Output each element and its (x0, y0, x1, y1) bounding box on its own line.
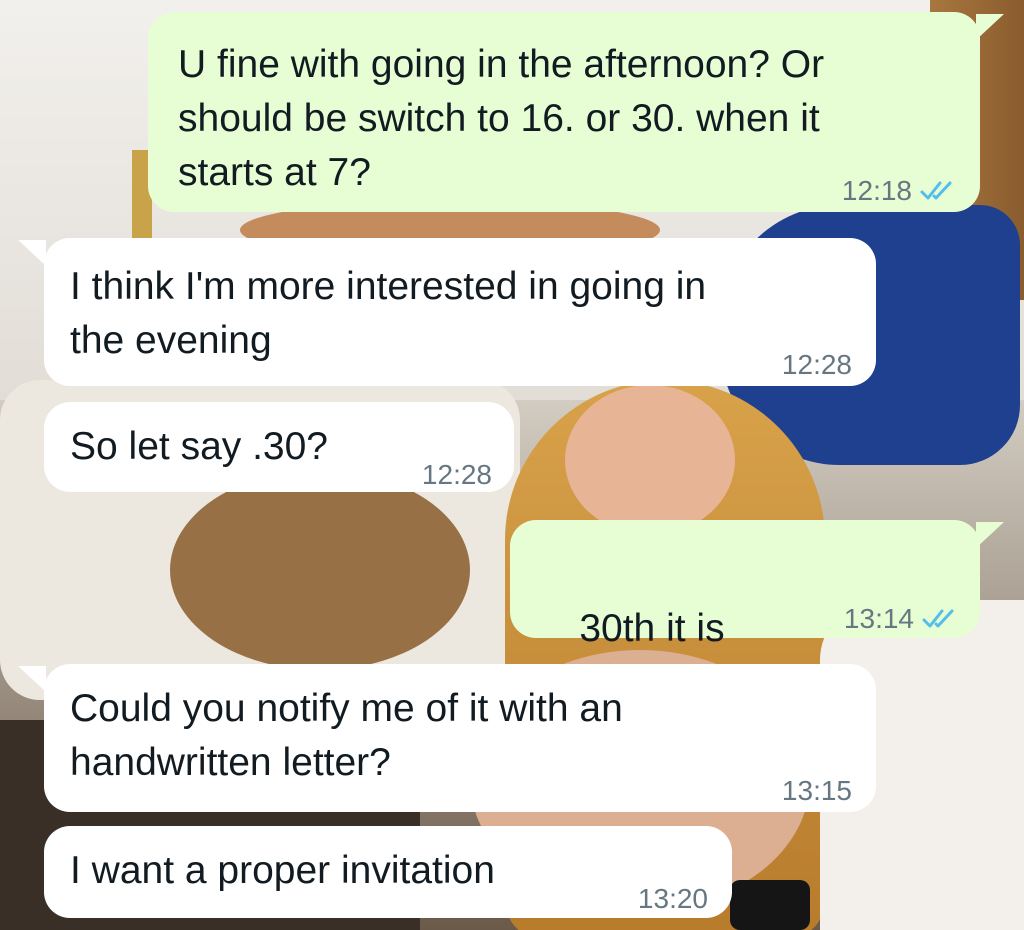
message-bubble-incoming[interactable]: I think I'm more interested in going in … (44, 238, 876, 386)
double-check-icon (920, 181, 952, 200)
double-check-icon (922, 609, 954, 628)
message-text: So let say .30? (70, 425, 328, 468)
wallpaper-phone (730, 880, 810, 930)
message-time: 13:14 (843, 603, 914, 634)
message-text: I want a proper invitation (70, 849, 495, 892)
message-time: 12:28 (781, 349, 852, 380)
message-meta: 12:18 (842, 164, 956, 218)
message-meta: 13:14 (844, 592, 958, 646)
message-bubble-incoming[interactable]: Could you notify me of it with an handwr… (44, 664, 876, 812)
bubble-tail (18, 240, 46, 266)
message-meta: 13:15 (782, 764, 852, 818)
bubble-tail (976, 522, 1004, 548)
message-text: Could you notify me of it with an handwr… (70, 687, 623, 784)
message-time: 13:20 (637, 883, 708, 914)
message-meta: 13:20 (638, 872, 708, 926)
message-text-content: 30th it is (579, 607, 725, 650)
message-time: 12:28 (421, 459, 492, 490)
message-bubble-outgoing[interactable]: 30th it is 13:14 (510, 520, 980, 708)
message-time: 13:15 (781, 775, 852, 806)
message-text: U fine with going in the afternoon? Or s… (178, 43, 825, 194)
message-bubble-incoming[interactable]: So let say .30? 12:28 (44, 402, 514, 492)
message-meta: 12:28 (782, 338, 852, 392)
bubble-tail (976, 14, 1004, 40)
bubble-tail (18, 666, 46, 692)
message-bubble-outgoing[interactable]: U fine with going in the afternoon? Or s… (148, 12, 980, 212)
wallpaper-smiling-face (565, 385, 735, 535)
message-bubble-incoming[interactable]: I want a proper invitation 13:20 (44, 826, 732, 918)
message-meta: 12:28 (422, 448, 492, 502)
message-time: 12:18 (841, 175, 912, 206)
message-text: I think I'm more interested in going in … (70, 265, 707, 362)
